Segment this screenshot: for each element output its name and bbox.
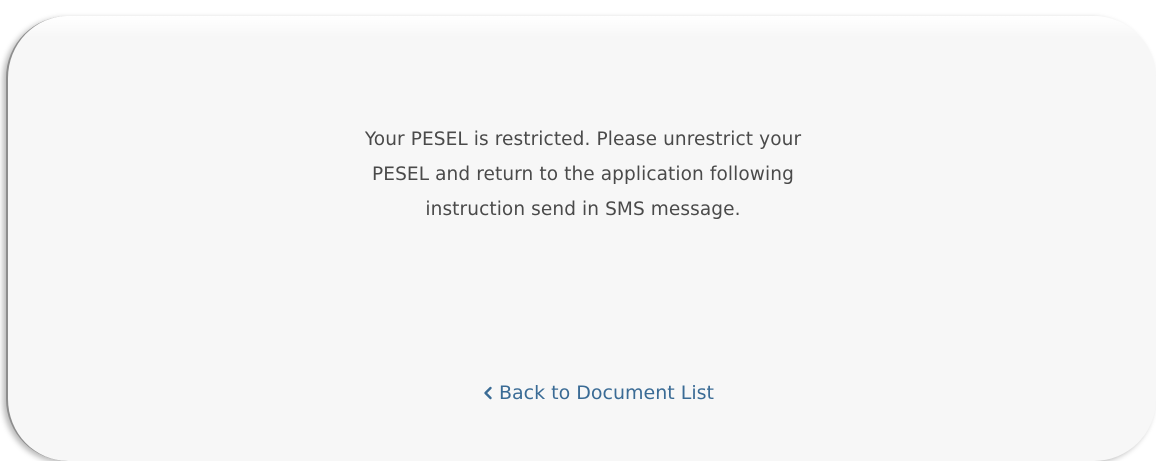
chevron-left-icon (482, 385, 494, 401)
message-line-3: instruction send in SMS message. (425, 199, 741, 220)
back-to-document-list-link[interactable]: Back to Document List (482, 378, 714, 408)
restriction-message: Your PESEL is restricted. Please unrestr… (8, 122, 1156, 227)
message-card: Your PESEL is restricted. Please unrestr… (6, 16, 1156, 461)
message-line-2: PESEL and return to the application foll… (372, 164, 794, 185)
message-line-1: Your PESEL is restricted. Please unrestr… (364, 129, 802, 150)
back-link-label: Back to Document List (499, 382, 714, 404)
